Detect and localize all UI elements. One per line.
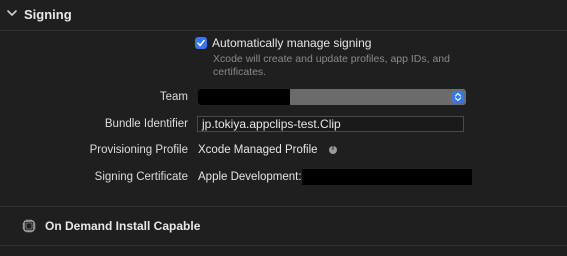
bottom-divider bbox=[0, 245, 567, 246]
team-label: Team bbox=[159, 91, 188, 103]
signing-certificate-label: Signing Certificate bbox=[94, 171, 188, 183]
section-title: Signing bbox=[24, 7, 72, 22]
popup-stepper-icon[interactable] bbox=[452, 91, 464, 103]
auto-signing-description: Xcode will create and update profiles, a… bbox=[213, 53, 450, 78]
signing-certificate-value: Apple Development: bbox=[198, 171, 302, 183]
bundle-identifier-value: jp.tokiya.appclips-test.Clip bbox=[202, 117, 341, 131]
team-redacted-value bbox=[198, 89, 290, 105]
section-divider bbox=[0, 206, 567, 207]
capability-chip-icon bbox=[22, 219, 36, 233]
bundle-identifier-field[interactable]: jp.tokiya.appclips-test.Clip bbox=[197, 116, 464, 132]
auto-signing-label[interactable]: Automatically manage signing bbox=[212, 36, 371, 50]
checkmark-icon bbox=[197, 39, 205, 47]
provisioning-profile-value: Xcode Managed Profile bbox=[198, 144, 318, 156]
capability-title[interactable]: On Demand Install Capable bbox=[45, 219, 200, 233]
team-popup-button[interactable] bbox=[198, 89, 466, 105]
chevron-down-icon[interactable] bbox=[6, 7, 18, 19]
bundle-identifier-label: Bundle Identifier bbox=[104, 118, 188, 130]
signing-section-header[interactable]: Signing bbox=[0, 0, 567, 31]
auto-signing-checkbox[interactable] bbox=[195, 37, 207, 49]
info-icon[interactable]: i bbox=[329, 145, 337, 154]
certificate-redacted-value bbox=[302, 169, 472, 185]
provisioning-profile-label: Provisioning Profile bbox=[89, 144, 188, 156]
